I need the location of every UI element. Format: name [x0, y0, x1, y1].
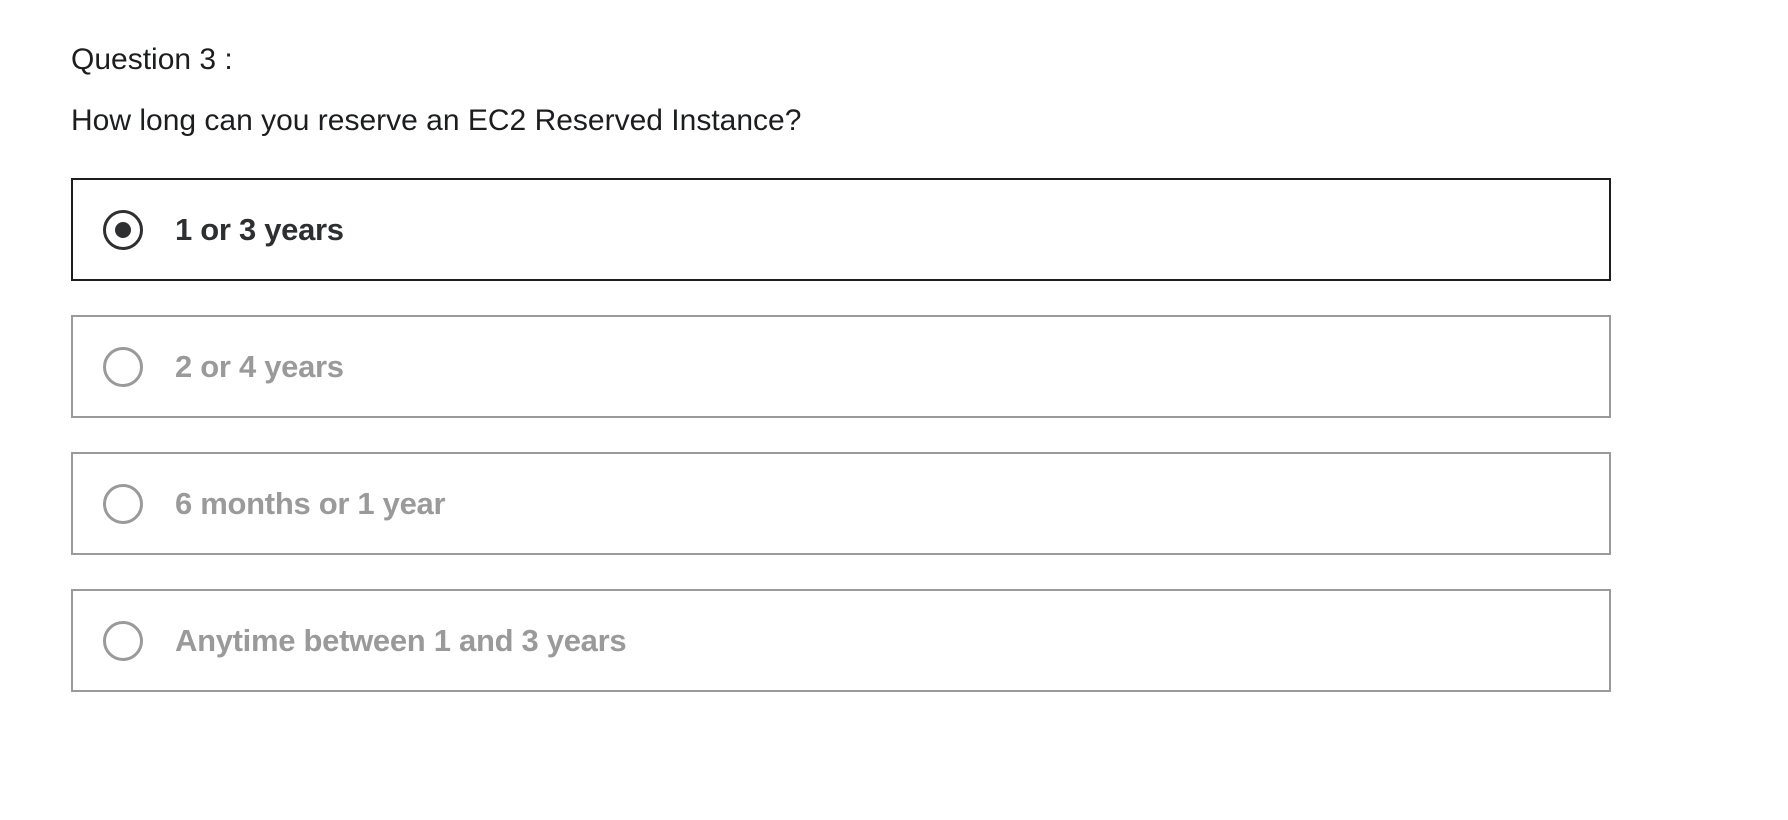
- radio-button-icon[interactable]: [103, 209, 143, 250]
- question-text: How long can you reserve an EC2 Reserved…: [71, 104, 802, 137]
- radio-selected-dot: [115, 221, 131, 238]
- answer-option-3[interactable]: 6 months or 1 year: [71, 452, 1611, 555]
- radio-button-icon[interactable]: [103, 346, 143, 387]
- answer-option-label: 1 or 3 years: [175, 211, 344, 247]
- radio-button-icon[interactable]: [103, 620, 143, 661]
- answer-option-2[interactable]: 2 or 4 years: [71, 315, 1611, 418]
- answer-options: 1 or 3 years 2 or 4 years 6 months or 1 …: [71, 178, 1611, 692]
- answer-option-4[interactable]: Anytime between 1 and 3 years: [71, 589, 1611, 692]
- answer-option-1[interactable]: 1 or 3 years: [71, 178, 1611, 281]
- radio-button-icon[interactable]: [103, 483, 143, 524]
- question-number: Question 3 :: [71, 43, 233, 76]
- answer-option-label: 2 or 4 years: [175, 348, 344, 384]
- quiz-question: Question 3 : How long can you reserve an…: [71, 40, 1611, 692]
- answer-option-label: Anytime between 1 and 3 years: [175, 622, 627, 658]
- answer-option-label: 6 months or 1 year: [175, 485, 446, 521]
